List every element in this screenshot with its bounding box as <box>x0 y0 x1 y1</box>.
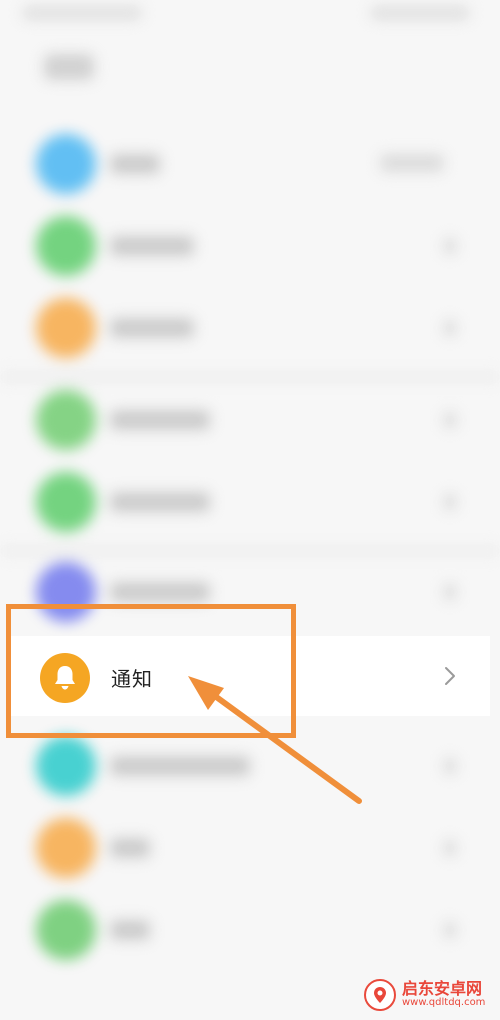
chevron-right-icon <box>445 667 455 685</box>
bell-icon-glyph <box>55 666 75 690</box>
settings-item-icon <box>36 390 96 450</box>
settings-item-label <box>110 756 250 776</box>
settings-page: 通知 启东安卓网 www.qdltdq.com <box>0 0 500 1020</box>
settings-item-icon <box>36 472 96 532</box>
status-bar <box>22 6 142 20</box>
settings-item-blurred[interactable] <box>0 378 500 460</box>
settings-item-blurred[interactable] <box>0 460 500 542</box>
status-bar-right <box>370 6 470 20</box>
bell-icon <box>40 653 90 703</box>
settings-item-blurred[interactable] <box>0 122 500 204</box>
watermark: 启东安卓网 www.qdltdq.com <box>364 976 494 1014</box>
settings-item-icon <box>36 736 96 796</box>
settings-item-blurred[interactable] <box>0 888 500 970</box>
settings-item-icon <box>36 134 96 194</box>
settings-item-icon <box>36 562 96 622</box>
chevron-right-icon <box>444 584 456 600</box>
watermark-url: www.qdltdq.com <box>402 997 486 1009</box>
location-pin-icon <box>374 987 386 1003</box>
settings-item-icon <box>36 216 96 276</box>
chevron-right-icon <box>444 840 456 856</box>
chevron-right-icon <box>444 238 456 254</box>
page-title <box>44 54 94 80</box>
settings-item-label <box>110 838 150 858</box>
chevron-right-icon <box>444 320 456 336</box>
settings-item-notifications[interactable]: 通知 <box>10 636 490 716</box>
watermark-title: 启东安卓网 <box>402 979 483 999</box>
chevron-right-icon <box>444 494 456 510</box>
watermark-text: 启东安卓网 www.qdltdq.com <box>402 981 485 1008</box>
settings-item-blurred[interactable] <box>0 204 500 286</box>
settings-item-label <box>110 492 210 512</box>
settings-item-label <box>110 582 210 602</box>
settings-item-label <box>110 318 194 338</box>
blurred-settings-list <box>0 0 500 1020</box>
settings-item-label <box>110 236 194 256</box>
settings-item-value <box>380 154 444 172</box>
chevron-right-icon <box>444 922 456 938</box>
settings-item-icon <box>36 298 96 358</box>
settings-item-icon <box>36 900 96 960</box>
settings-item-blurred[interactable] <box>0 550 500 632</box>
settings-item-label <box>110 410 210 430</box>
settings-item-label <box>110 154 160 174</box>
settings-item-blurred[interactable] <box>0 806 500 888</box>
settings-item-icon <box>36 818 96 878</box>
watermark-logo <box>364 979 396 1011</box>
settings-item-blurred[interactable] <box>0 724 500 806</box>
chevron-right-icon <box>444 758 456 774</box>
settings-item-label <box>110 920 150 940</box>
settings-item-label: 通知 <box>111 667 153 691</box>
chevron-right-icon <box>444 412 456 428</box>
settings-item-blurred[interactable] <box>0 286 500 368</box>
